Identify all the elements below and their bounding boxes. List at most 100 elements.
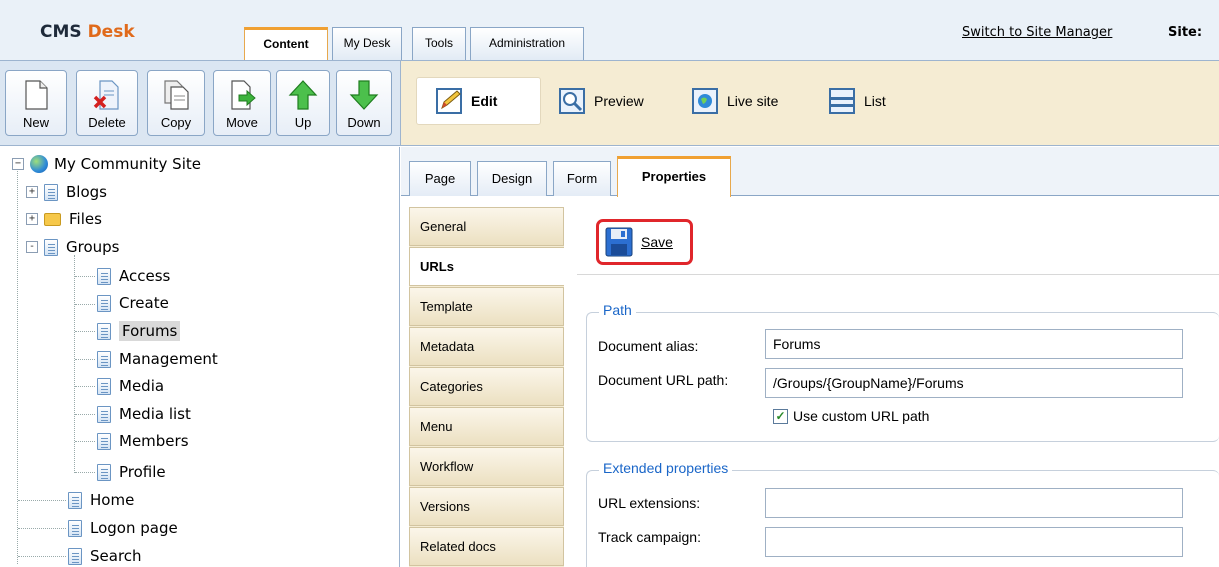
- tree-node-create[interactable]: Create: [97, 290, 169, 316]
- main-tab-tools[interactable]: Tools: [412, 27, 466, 60]
- copy-button-label: Copy: [160, 115, 192, 130]
- save-label: Save: [641, 234, 673, 250]
- tree-node-label: Management: [119, 350, 218, 368]
- tree-node-label: Media: [119, 377, 165, 395]
- expand-icon[interactable]: +: [26, 186, 38, 198]
- page-tabs-bar: Page Design Form Properties: [401, 147, 1219, 197]
- list-mode-button[interactable]: List: [828, 77, 886, 125]
- document-alias-field[interactable]: Forums: [765, 329, 1183, 359]
- document-icon: [68, 491, 82, 509]
- move-button-label: Move: [226, 115, 258, 130]
- tree-connector: [75, 386, 95, 387]
- use-custom-url-path-checkbox[interactable]: ✓: [773, 409, 788, 424]
- edit-mode-button[interactable]: Edit: [416, 77, 541, 125]
- tree-node-label: Home: [90, 491, 135, 509]
- save-button[interactable]: Save: [596, 219, 693, 265]
- tree-connector: [17, 164, 18, 564]
- property-tab-workflow[interactable]: Workflow: [409, 447, 564, 486]
- tree-connector: [18, 556, 66, 557]
- document-icon: [68, 547, 82, 565]
- main-tab-my-desk[interactable]: My Desk: [332, 27, 402, 60]
- url-extensions-field[interactable]: [765, 488, 1183, 518]
- tree-node-access[interactable]: Access: [97, 263, 170, 289]
- delete-button[interactable]: Delete: [76, 70, 138, 136]
- document-icon: [97, 267, 111, 285]
- down-button[interactable]: Down: [336, 70, 392, 136]
- tree-node-label: Groups: [66, 238, 120, 256]
- save-bar: Save: [577, 207, 1219, 275]
- tree-node-members[interactable]: Members: [97, 428, 189, 454]
- main-tab-administration[interactable]: Administration: [470, 27, 584, 60]
- property-tab-urls[interactable]: URLs: [409, 247, 564, 286]
- property-tab-categories[interactable]: Categories: [409, 367, 564, 406]
- tree-node-label: Search: [90, 547, 142, 565]
- tree-node-label: Profile: [119, 463, 166, 481]
- property-tabs: General URLs Template Metadata Categorie…: [409, 207, 564, 567]
- tree-node-logon-page[interactable]: Logon page: [68, 515, 178, 541]
- tab-form[interactable]: Form: [553, 161, 611, 196]
- document-icon: [44, 183, 58, 201]
- property-tab-related-docs[interactable]: Related docs: [409, 527, 564, 566]
- track-campaign-field[interactable]: [765, 527, 1183, 557]
- tab-design[interactable]: Design: [477, 161, 547, 196]
- collapse-icon[interactable]: -: [26, 241, 38, 253]
- view-mode-toolbar: Edit Preview Live site List: [400, 60, 1219, 146]
- property-tab-general[interactable]: General: [409, 207, 564, 246]
- content-panel: Page Design Form Properties General URLs…: [401, 147, 1219, 567]
- tree-node-forums[interactable]: Forums: [97, 318, 181, 344]
- arrow-down-icon: [349, 80, 379, 110]
- new-button[interactable]: New: [5, 70, 67, 136]
- tree-node-label: Members: [119, 432, 189, 450]
- new-document-icon: [25, 80, 48, 110]
- document-icon: [68, 519, 82, 537]
- tree-node-home[interactable]: Home: [68, 487, 134, 513]
- arrow-up-icon: [288, 80, 318, 110]
- list-mode-label: List: [864, 93, 886, 109]
- tab-properties[interactable]: Properties: [617, 156, 731, 197]
- tree-connector: [75, 472, 95, 473]
- tree-connector: [75, 414, 95, 415]
- edit-pencil-icon: [436, 88, 462, 114]
- copy-document-icon: [164, 80, 189, 110]
- tree-node-media[interactable]: Media: [97, 373, 164, 399]
- tree-node-blogs[interactable]: + Blogs: [26, 179, 107, 205]
- switch-to-site-manager-link[interactable]: Switch to Site Manager: [962, 25, 1112, 40]
- move-button[interactable]: Move: [213, 70, 271, 136]
- up-button[interactable]: Up: [276, 70, 330, 136]
- document-icon: [97, 405, 111, 423]
- document-url-path-label: Document URL path:: [598, 372, 729, 388]
- collapse-icon[interactable]: −: [12, 158, 24, 170]
- tree-node-media-list[interactable]: Media list: [97, 401, 191, 427]
- tree-connector: [18, 528, 66, 529]
- tree-node-label: Access: [119, 267, 171, 285]
- tree-node-profile[interactable]: Profile: [97, 459, 166, 485]
- document-url-path-field[interactable]: /Groups/{GroupName}/Forums: [765, 368, 1183, 398]
- tree-connector: [75, 331, 95, 332]
- expand-icon[interactable]: +: [26, 213, 38, 225]
- list-icon: [829, 88, 855, 114]
- tab-page[interactable]: Page: [409, 161, 471, 196]
- property-tab-menu[interactable]: Menu: [409, 407, 564, 446]
- document-icon: [97, 377, 111, 395]
- tree-node-label: Logon page: [90, 519, 178, 537]
- delete-button-label: Delete: [88, 115, 126, 130]
- live-site-mode-button[interactable]: Live site: [691, 77, 778, 125]
- tree-node-files[interactable]: + Files: [26, 206, 102, 232]
- document-icon: [97, 463, 111, 481]
- copy-button[interactable]: Copy: [147, 70, 205, 136]
- tree-node-groups[interactable]: - Groups: [26, 234, 119, 260]
- document-icon: [97, 294, 111, 312]
- tree-node-label: Files: [69, 210, 102, 228]
- property-tab-versions[interactable]: Versions: [409, 487, 564, 526]
- main-tab-content[interactable]: Content: [244, 27, 328, 61]
- tree-node-management[interactable]: Management: [97, 346, 218, 372]
- down-button-label: Down: [347, 115, 381, 130]
- tree-node-root[interactable]: − My Community Site: [12, 151, 201, 177]
- tree-node-search[interactable]: Search: [68, 543, 142, 567]
- preview-mode-button[interactable]: Preview: [558, 77, 644, 125]
- property-tab-template[interactable]: Template: [409, 287, 564, 326]
- tree-connector: [75, 304, 95, 305]
- preview-mode-label: Preview: [594, 93, 644, 109]
- delete-document-icon: [93, 80, 119, 110]
- property-tab-metadata[interactable]: Metadata: [409, 327, 564, 366]
